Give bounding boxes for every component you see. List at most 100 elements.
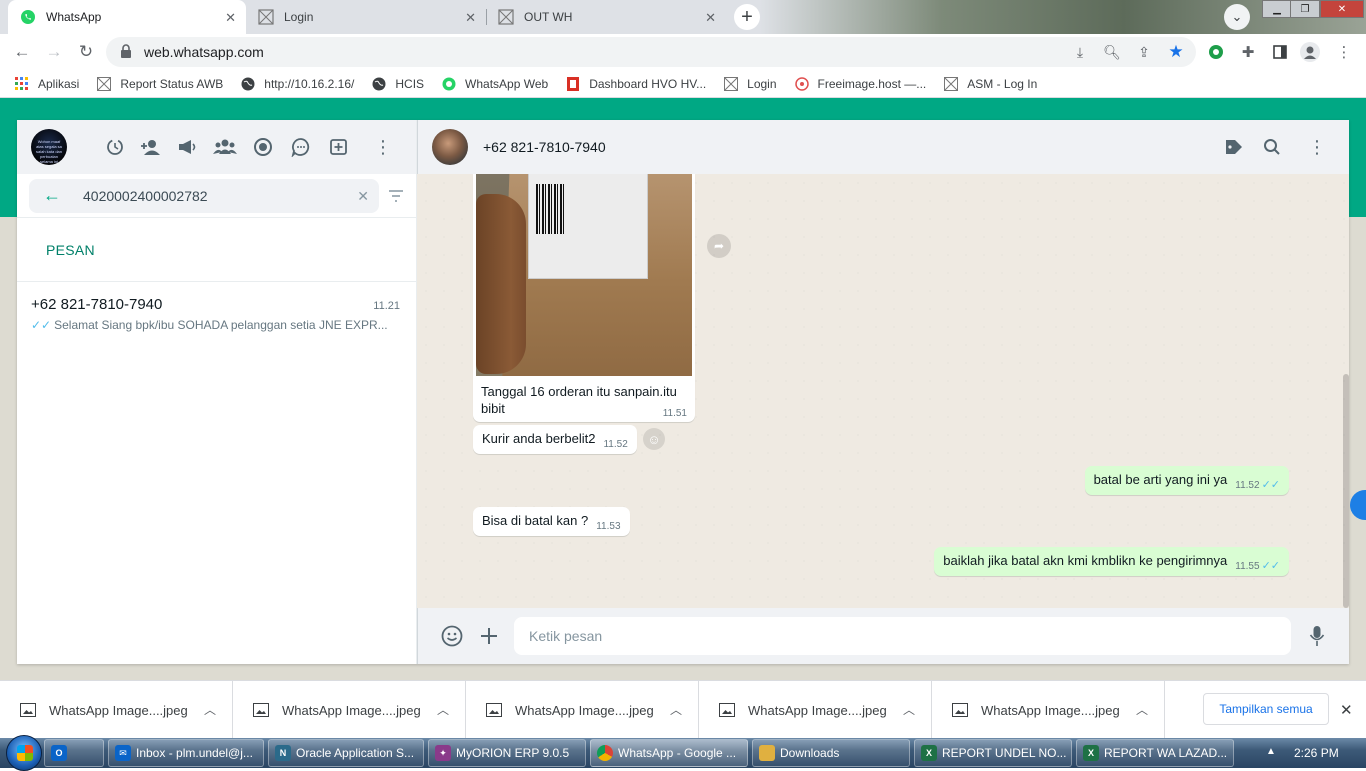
taskbar-item-myorion[interactable]: ✦ MyORION ERP 9.0.5 (428, 739, 586, 767)
chevron-up-icon[interactable]: ︿ (670, 701, 682, 718)
extension-green-icon[interactable] (1206, 42, 1226, 62)
tab-login[interactable]: Login ✕ (246, 0, 486, 34)
tab-search-button[interactable]: ⌄ (1224, 4, 1250, 30)
taskbar-label: Downloads (780, 746, 840, 760)
double-check-icon: ✓✓ (31, 318, 52, 332)
taskbar-item-downloads[interactable]: Downloads (752, 739, 910, 767)
close-window-button[interactable]: ✕ (1320, 0, 1364, 18)
chevron-up-icon[interactable]: ︿ (1136, 701, 1148, 718)
bookmark-login[interactable]: Login (723, 76, 777, 92)
incoming-message[interactable]: Bisa di batal kan ? 11.53 (473, 507, 630, 536)
minimize-button[interactable]: ▁ (1262, 0, 1292, 18)
bookmark-star-icon[interactable]: ★ (1166, 42, 1186, 62)
close-tab-icon[interactable]: ✕ (705, 10, 716, 26)
label-tag-icon[interactable] (1222, 135, 1246, 159)
emoji-icon[interactable] (440, 624, 464, 648)
bookmark-report-status-awb[interactable]: Report Status AWB (96, 76, 223, 92)
maximize-button[interactable]: ❐ (1290, 0, 1320, 18)
megaphone-icon[interactable] (175, 135, 199, 159)
taskbar-item-excel-undel[interactable]: X REPORT UNDEL NO... (914, 739, 1072, 767)
taskbar-clock[interactable]: 2:26 PM (1294, 746, 1339, 760)
install-app-icon[interactable]: ⤓ (1070, 42, 1090, 62)
search-result-item[interactable]: +62 821-7810-7940 11.21 ✓✓ Selamat Siang … (17, 282, 416, 344)
conversation-header[interactable]: +62 821-7810-7940 ⋮ (417, 120, 1349, 174)
chevron-up-icon[interactable]: ︿ (903, 701, 915, 718)
forward-icon[interactable]: ➦ (707, 234, 731, 258)
taskbar-item-chrome[interactable]: WhatsApp - Google ... (590, 739, 748, 767)
taskbar-item-oracle[interactable]: N Oracle Application S... (268, 739, 424, 767)
bookmark-freeimage[interactable]: Freeimage.host —... (794, 76, 926, 92)
scrollbar[interactable] (1343, 374, 1349, 608)
bookmark-whatsapp-web[interactable]: WhatsApp Web (441, 76, 548, 92)
contact-name: +62 821-7810-7940 (483, 139, 606, 155)
image-message[interactable]: Tanggal 16 orderan itu sanpain.itu bibit… (473, 174, 695, 422)
search-box[interactable]: ← ✕ (29, 178, 379, 213)
bookmark-dashboard-hvo[interactable]: Dashboard HVO HV... (565, 76, 706, 92)
chevron-up-icon[interactable]: ︿ (437, 701, 449, 718)
new-tab-button[interactable]: + (734, 4, 760, 30)
url-text: web.whatsapp.com (144, 44, 264, 60)
taskbar-pinned-outlook[interactable]: O (44, 739, 104, 767)
communities-icon[interactable] (213, 135, 237, 159)
close-tab-icon[interactable]: ✕ (465, 10, 476, 26)
bookmark-apps[interactable]: Aplikasi (14, 76, 79, 92)
outgoing-message[interactable]: batal be arti yang ini ya 11.52 ✓✓ (1084, 466, 1289, 495)
outgoing-message[interactable]: baiklah jika batal akn kmi kmblikn ke pe… (934, 547, 1289, 576)
tab-whatsapp[interactable]: WhatsApp ✕ (8, 0, 246, 34)
download-item[interactable]: WhatsApp Image....jpeg ︿ (699, 681, 932, 739)
search-input[interactable] (83, 187, 323, 204)
download-item[interactable]: WhatsApp Image....jpeg ︿ (932, 681, 1165, 739)
emoji-reaction-icon[interactable]: ☺ (643, 428, 665, 450)
download-filename: WhatsApp Image....jpeg (748, 702, 887, 718)
bookmark-ip-address[interactable]: http://10.16.2.16/ (240, 76, 354, 92)
reload-button[interactable]: ↻ (74, 40, 98, 64)
bookmark-hcis[interactable]: HCIS (371, 76, 424, 92)
package-photo[interactable] (476, 174, 692, 376)
download-item[interactable]: WhatsApp Image....jpeg ︿ (0, 681, 233, 739)
add-contact-icon[interactable] (139, 135, 163, 159)
taskbar-item-excel-lazada[interactable]: X REPORT WA LAZAD... (1076, 739, 1234, 767)
status-icon[interactable] (103, 135, 127, 159)
download-item[interactable]: WhatsApp Image....jpeg ︿ (233, 681, 466, 739)
close-downloads-icon[interactable]: ✕ (1340, 701, 1353, 719)
menu-icon[interactable]: ⋮ (371, 135, 395, 159)
close-tab-icon[interactable]: ✕ (225, 10, 236, 26)
zoom-icon[interactable]: 🔍︎ (1102, 42, 1122, 62)
downloads-bar: WhatsApp Image....jpeg ︿ WhatsApp Image.… (0, 680, 1366, 739)
new-chat-icon[interactable] (327, 135, 351, 159)
tab-out-wh[interactable]: OUT WH ✕ (486, 0, 726, 34)
search-icon[interactable] (1260, 135, 1284, 159)
arrow-left-icon[interactable]: ← (43, 185, 61, 206)
contact-avatar[interactable] (432, 129, 468, 165)
bookmark-label: Login (747, 76, 777, 91)
back-button[interactable]: ← (10, 40, 34, 64)
profile-avatar-icon[interactable] (1300, 42, 1320, 62)
image-file-icon (486, 703, 502, 717)
kebab-menu-icon[interactable]: ⋮ (1334, 42, 1354, 62)
download-item[interactable]: WhatsApp Image....jpeg ︿ (466, 681, 699, 739)
incoming-message[interactable]: Kurir anda berbelit2 11.52 (473, 425, 637, 454)
message-input[interactable]: Ketik pesan (514, 617, 1291, 655)
microphone-icon[interactable] (1305, 624, 1329, 648)
chat-bubble-icon[interactable] (289, 135, 313, 159)
bookmark-asm-login[interactable]: ASM - Log In (943, 76, 1037, 92)
extensions-puzzle-icon[interactable]: ✚ (1238, 42, 1258, 62)
taskbar-item-inbox[interactable]: ✉ Inbox - plm.undel@j... (108, 739, 264, 767)
share-icon[interactable]: ⇪ (1134, 42, 1154, 62)
clear-search-icon[interactable]: ✕ (357, 188, 369, 205)
message-list[interactable]: Tanggal 16 orderan itu sanpain.itu bibit… (417, 174, 1349, 608)
start-button[interactable] (6, 735, 42, 771)
filter-icon[interactable] (386, 186, 406, 206)
show-all-downloads-button[interactable]: Tampilkan semua (1203, 693, 1329, 725)
chevron-up-icon[interactable]: ︿ (204, 701, 216, 718)
address-bar[interactable]: web.whatsapp.com (106, 37, 1196, 67)
side-floating-tab[interactable] (1350, 490, 1366, 520)
menu-icon[interactable]: ⋮ (1305, 135, 1329, 159)
double-check-icon: ✓✓ (1261, 479, 1280, 491)
tray-expand-icon[interactable]: ▲ (1266, 746, 1276, 757)
side-panel-icon[interactable] (1270, 42, 1290, 62)
my-avatar[interactable]: Wohon maaf atas segala sa salah kata dan… (31, 129, 67, 165)
forward-button[interactable]: → (42, 40, 66, 64)
attach-plus-icon[interactable] (477, 624, 501, 648)
channels-icon[interactable] (251, 135, 275, 159)
